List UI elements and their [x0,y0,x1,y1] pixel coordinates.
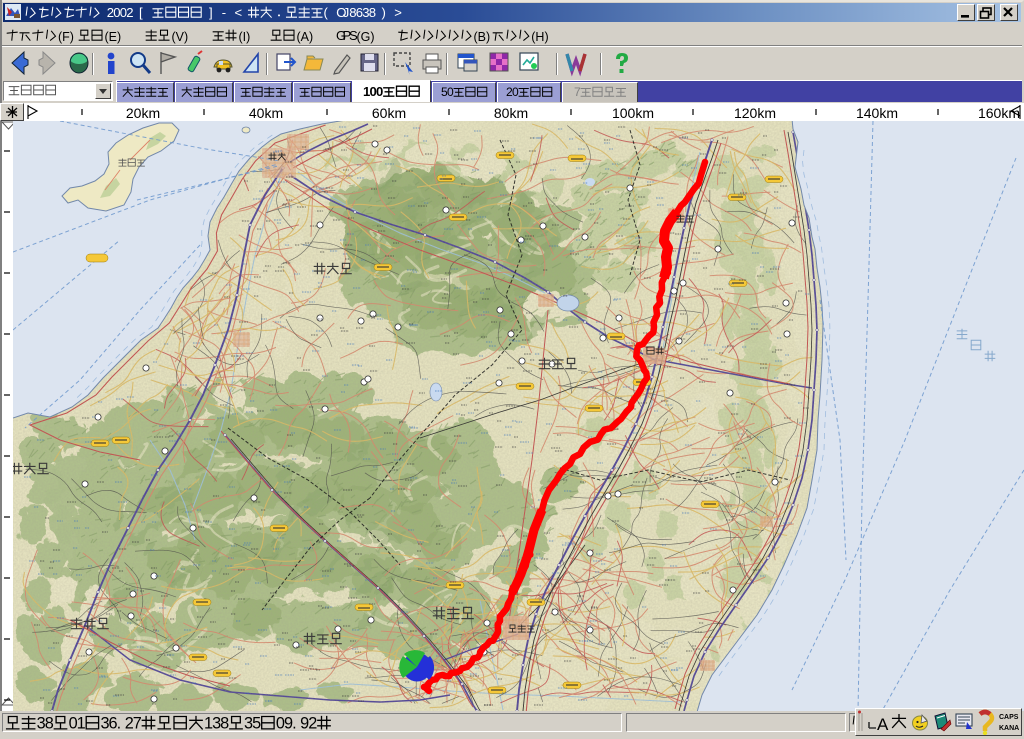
svg-text:8: 8 [369,5,376,20]
svg-text:>: > [394,5,402,20]
svg-text:<: < [235,5,243,20]
svg-text:(: ( [324,5,329,20]
svg-text:(A): (A) [297,30,314,44]
svg-text:7: 7 [574,86,581,99]
svg-text:100km: 100km [612,105,654,121]
svg-text:CAPS: CAPS [999,714,1019,721]
svg-text:0: 0 [376,85,383,99]
svg-text:60km: 60km [372,105,406,121]
svg-text:KANA: KANA [999,725,1019,732]
svg-text:40km: 40km [249,105,283,121]
svg-text:(B): (B) [474,30,491,44]
svg-text:2: 2 [308,714,317,732]
svg-text:140km: 140km [856,105,898,121]
svg-text:120km: 120km [734,105,776,121]
svg-text:-: - [222,5,226,20]
svg-text:80km: 80km [494,105,528,121]
svg-text:160km: 160km [978,105,1020,121]
svg-text:(I): (I) [239,30,251,44]
svg-text:(F): (F) [58,30,74,44]
svg-text:A: A [877,715,889,734]
svg-text:0: 0 [447,86,454,99]
svg-text:8: 8 [220,714,229,732]
svg-text:20km: 20km [126,105,160,121]
svg-text:0: 0 [512,86,519,99]
svg-text:7: 7 [133,714,142,732]
svg-text:(E): (E) [105,30,122,44]
svg-text:.: . [292,714,297,732]
svg-text:8: 8 [45,714,54,732]
svg-text:[: [ [139,5,143,20]
svg-text:]: ] [209,5,213,20]
svg-text:.: . [117,714,122,732]
svg-text:): ) [382,5,386,20]
svg-text:(V): (V) [172,30,189,44]
svg-text:5: 5 [252,714,261,732]
svg-text:1: 1 [77,714,86,732]
svg-text:(H): (H) [531,30,548,44]
svg-text:(G): (G) [357,30,375,44]
svg-text:2: 2 [126,5,133,20]
